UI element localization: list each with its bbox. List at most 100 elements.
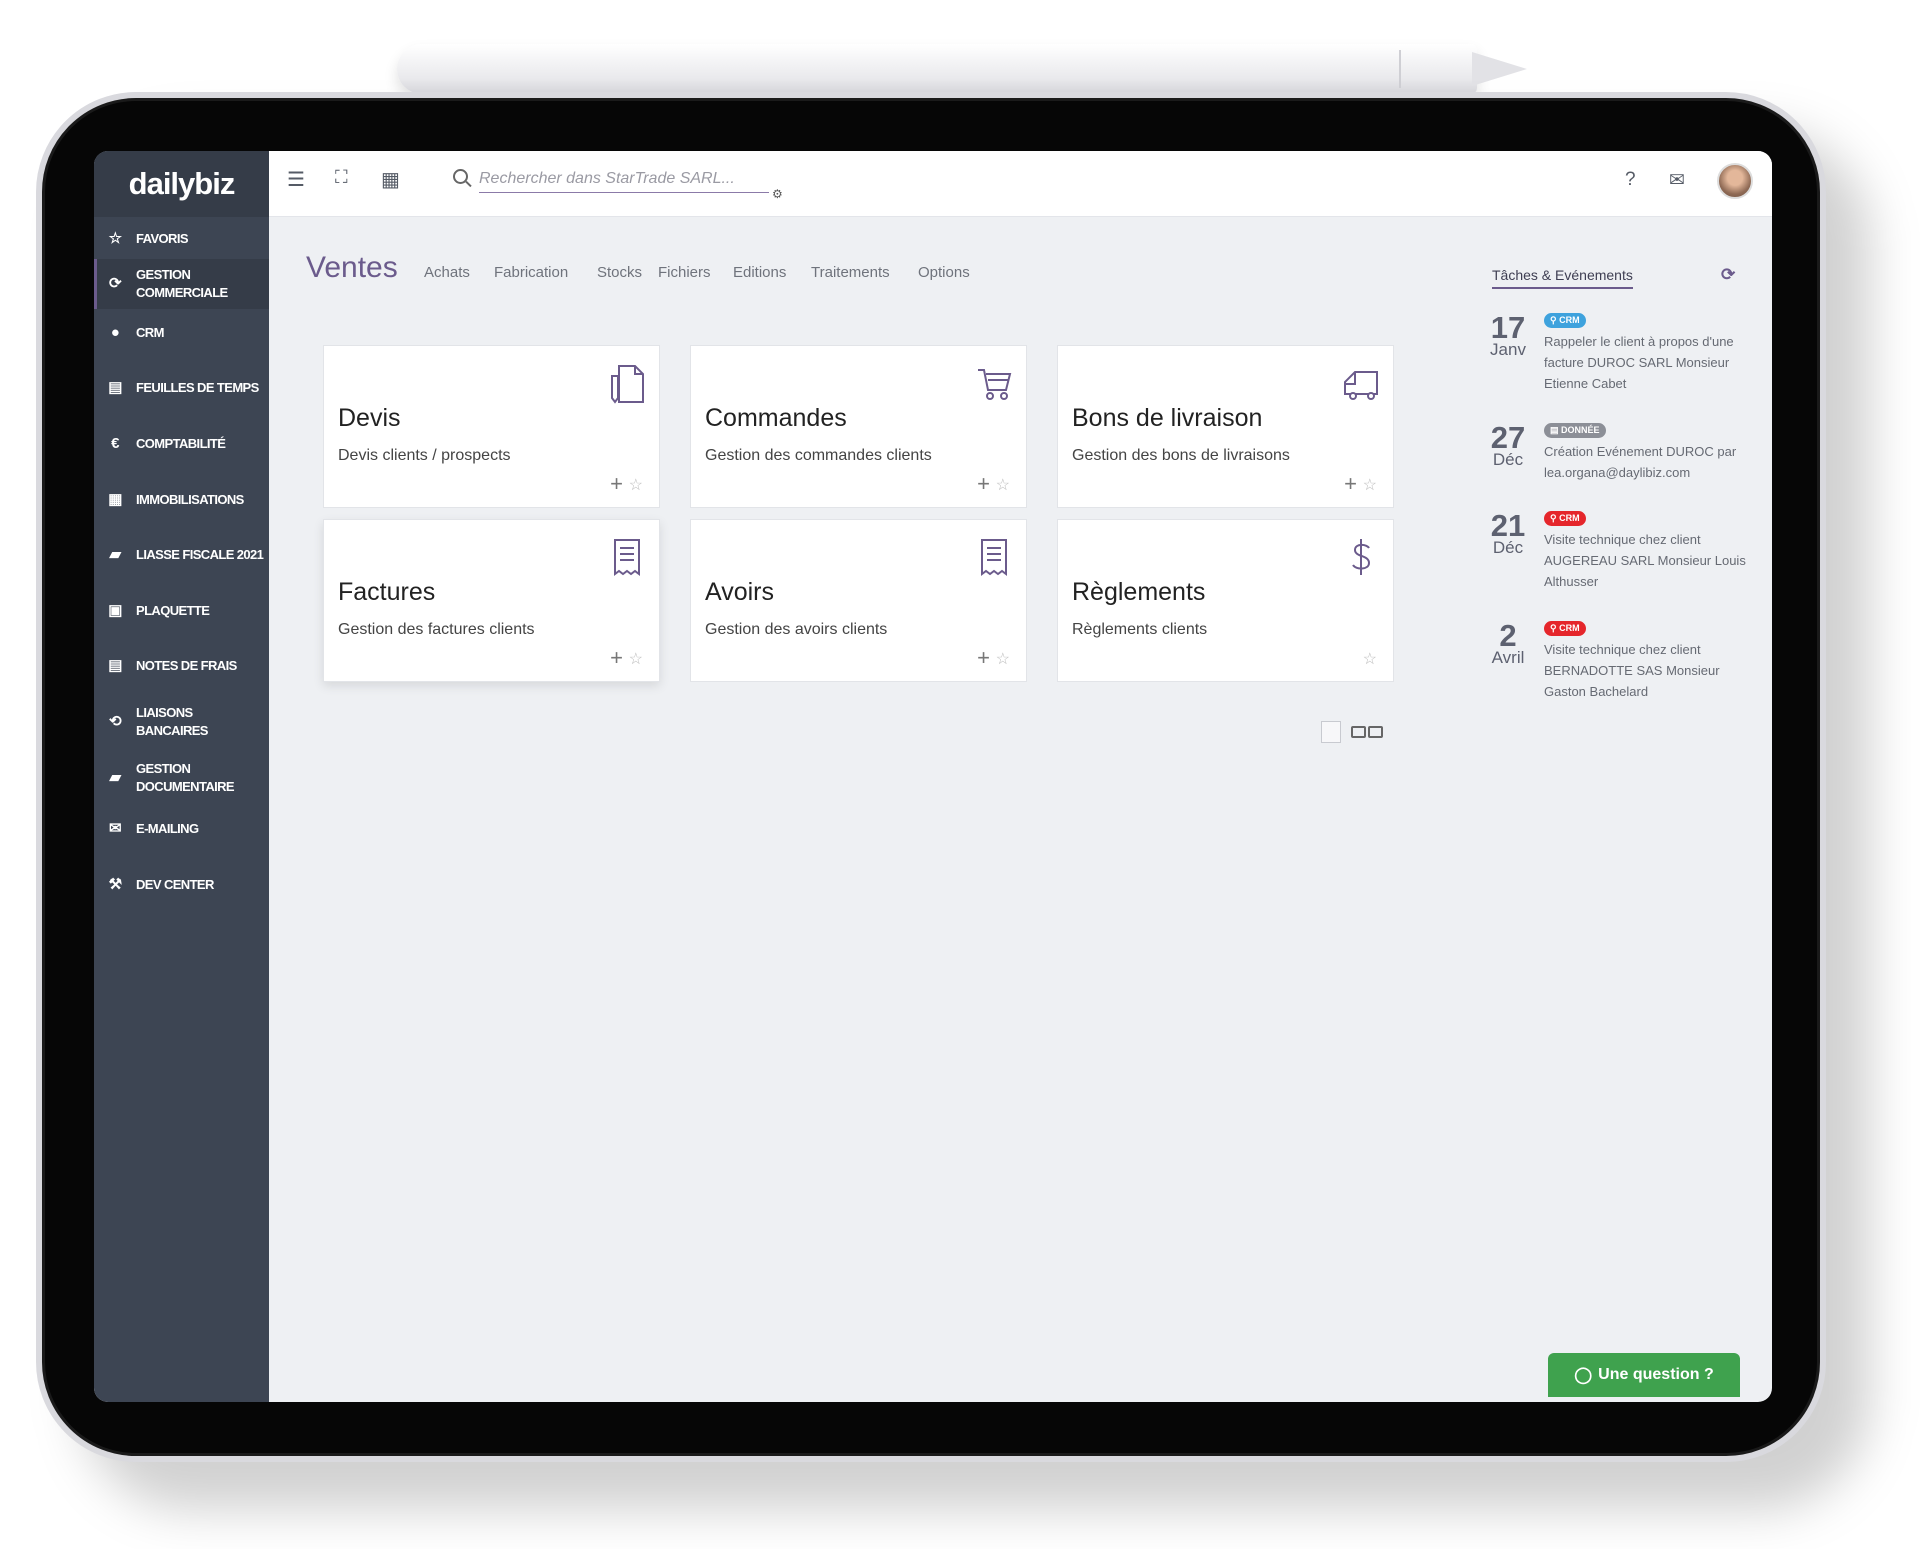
sidebar-item-gestion-documentaire[interactable]: ▰ GESTION DOCUMENTAIRE (94, 753, 269, 803)
search-icon[interactable] (453, 169, 468, 184)
tasks-events-title[interactable]: Tâches & Evénements (1492, 267, 1633, 289)
card-commandes[interactable]: Commandes Gestion des commandes clients … (690, 345, 1027, 508)
cart-icon (978, 369, 1012, 400)
add-icon[interactable]: + (1344, 471, 1357, 497)
sidebar-item-label: GESTION DOCUMENTAIRE (136, 761, 235, 794)
sidebar-item-gestion-commerciale[interactable]: ⟳ GESTION COMMERCIALE (94, 259, 269, 309)
event-month: Janv (1490, 340, 1526, 359)
favorite-star-icon[interactable]: ☆ (1363, 475, 1377, 495)
sidebar-item-plaquette[interactable]: ▣ PLAQUETTE (94, 593, 269, 629)
favorite-star-icon[interactable]: ☆ (996, 475, 1010, 495)
sidebar-item-label: PLAQUETTE (136, 603, 210, 618)
sidebar-item-e-mailing[interactable]: ✉ E-MAILING (94, 811, 269, 847)
crm-badge: ⚲ CRM (1544, 621, 1586, 636)
users-icon: ● (110, 324, 120, 341)
mail-icon[interactable]: ✉ (1669, 169, 1685, 192)
chat-button-label: Une question ? (1598, 1366, 1714, 1383)
sidebar-item-favoris[interactable]: ☆ FAVORIS (94, 221, 269, 257)
view-icon-left (1351, 726, 1366, 738)
favorite-star-icon[interactable]: ☆ (1363, 649, 1377, 669)
search-input[interactable] (479, 165, 769, 193)
sidebar-item-label: LIASSE FISCALE 2021 (136, 547, 264, 562)
sidebar-item-liasse-fiscale[interactable]: ▰ LIASSE FISCALE 2021 (94, 537, 269, 573)
question-chat-button[interactable]: ◯ Une question ? (1548, 1353, 1740, 1397)
timesheet-icon: ▤ (108, 379, 122, 396)
document-pen-icon (611, 365, 644, 404)
grid-view-toggle[interactable] (1351, 725, 1385, 739)
menu-icon[interactable]: ☰ (287, 167, 305, 192)
donnee-badge: ▤ DONNÉE (1544, 423, 1606, 438)
help-icon[interactable]: ? (1625, 169, 1636, 191)
card-title: Devis (338, 404, 401, 432)
single-view-toggle[interactable] (1321, 721, 1341, 743)
sidebar-item-label: DEV CENTER (136, 877, 214, 892)
stylus-decoration (397, 44, 1527, 94)
tab-fabrication[interactable]: Fabrication (494, 264, 568, 281)
event-month: Déc (1492, 450, 1524, 469)
euro-icon: € (111, 435, 119, 452)
tab-stocks[interactable]: Stocks (597, 264, 642, 281)
card-subtitle: Gestion des bons de livraisons (1072, 447, 1290, 464)
sidebar-item-comptabilite[interactable]: € COMPTABILITÉ (94, 426, 269, 462)
add-icon[interactable]: + (977, 471, 990, 497)
tab-traitements[interactable]: Traitements (811, 264, 890, 281)
add-icon[interactable]: + (610, 471, 623, 497)
event-month: Déc (1492, 538, 1524, 557)
chat-bubble-icon: ◯ (1574, 1367, 1593, 1384)
sidebar-item-liaisons-bancaires[interactable]: ⟲ LIAISONS BANCAIRES (94, 697, 269, 747)
folder-open-icon: ▰ (109, 546, 122, 563)
tab-achats[interactable]: Achats (424, 264, 470, 281)
bank-sync-icon: ⟲ (109, 713, 122, 730)
sidebar-item-label: IMMOBILISATIONS (136, 492, 244, 507)
card-reglements[interactable]: Règlements Règlements clients ☆ (1057, 519, 1394, 682)
stylus-ring (1399, 50, 1401, 88)
sidebar-item-dev-center[interactable]: ⚒ DEV CENTER (94, 867, 269, 903)
favorite-star-icon[interactable]: ☆ (629, 649, 643, 669)
sidebar-item-crm[interactable]: ● CRM (94, 315, 269, 351)
view-icon-right (1368, 726, 1383, 738)
sidebar-item-label: NOTES DE FRAIS (136, 658, 237, 673)
search-settings-icon[interactable]: ⚙ (772, 187, 783, 201)
sidebar-item-notes-de-frais[interactable]: ▤ NOTES DE FRAIS (94, 648, 269, 684)
event-text: Création Evénement DUROC par lea.organa@… (1544, 444, 1737, 480)
tab-options[interactable]: Options (918, 264, 970, 281)
star-icon: ☆ (108, 230, 122, 247)
event-item[interactable]: 27 Déc ▤ DONNÉE Création Evénement DUROC… (1484, 422, 1754, 493)
card-factures[interactable]: Factures Gestion des factures clients + … (323, 519, 660, 682)
card-subtitle: Gestion des commandes clients (705, 447, 932, 464)
card-subtitle: Gestion des factures clients (338, 621, 535, 638)
event-text: Rappeler le client à propos d'une factur… (1544, 334, 1734, 391)
refresh-icon[interactable]: ⟳ (1721, 265, 1735, 285)
event-text: Visite technique chez client BERNADOTTE … (1544, 642, 1720, 699)
sidebar-item-label: LIAISONS BANCAIRES (136, 705, 208, 738)
card-title: Factures (338, 578, 436, 606)
event-text: Visite technique chez client AUGEREAU SA… (1544, 532, 1746, 589)
card-avoirs[interactable]: Avoirs Gestion des avoirs clients + ☆ (690, 519, 1027, 682)
event-item[interactable]: 17 Janv ⚲ CRM Rappeler le client à propo… (1484, 312, 1754, 393)
tab-fichiers[interactable]: Fichiers (658, 264, 711, 281)
sidebar-gap (269, 919, 272, 1402)
crm-badge: ⚲ CRM (1544, 313, 1586, 328)
sidebar-item-feuilles-de-temps[interactable]: ▤ FEUILLES DE TEMPS (94, 370, 269, 406)
card-title: Règlements (1072, 578, 1206, 606)
card-subtitle: Règlements clients (1072, 621, 1208, 638)
sidebar-item-immobilisations[interactable]: ▦ IMMOBILISATIONS (94, 482, 269, 518)
card-bons-de-livraison[interactable]: Bons de livraison Gestion des bons de li… (1057, 345, 1394, 508)
apps-grid-icon[interactable]: ▦ (381, 167, 400, 192)
wrench-icon: ⚒ (108, 876, 122, 893)
avatar[interactable] (1717, 163, 1753, 199)
add-icon[interactable]: + (977, 645, 990, 671)
sidebar-item-label: GESTION COMMERCIALE (136, 267, 228, 300)
add-icon[interactable]: + (610, 645, 623, 671)
favorite-star-icon[interactable]: ☆ (996, 649, 1010, 669)
favorite-star-icon[interactable]: ☆ (629, 475, 643, 495)
app-logo[interactable]: dailybiz (94, 151, 269, 217)
tab-editions[interactable]: Editions (733, 264, 786, 281)
mail-settings-icon: ✉ (109, 820, 122, 837)
credit-note-icon (981, 539, 1007, 576)
card-devis[interactable]: Devis Devis clients / prospects + ☆ (323, 345, 660, 508)
fullscreen-icon[interactable]: ⛶ (335, 167, 348, 188)
sidebar-item-label: COMPTABILITÉ (136, 436, 226, 451)
event-item[interactable]: 21 Déc ⚲ CRM Visite technique chez clien… (1484, 510, 1754, 591)
event-item[interactable]: 2 Avril ⚲ CRM Visite technique chez clie… (1484, 620, 1754, 701)
